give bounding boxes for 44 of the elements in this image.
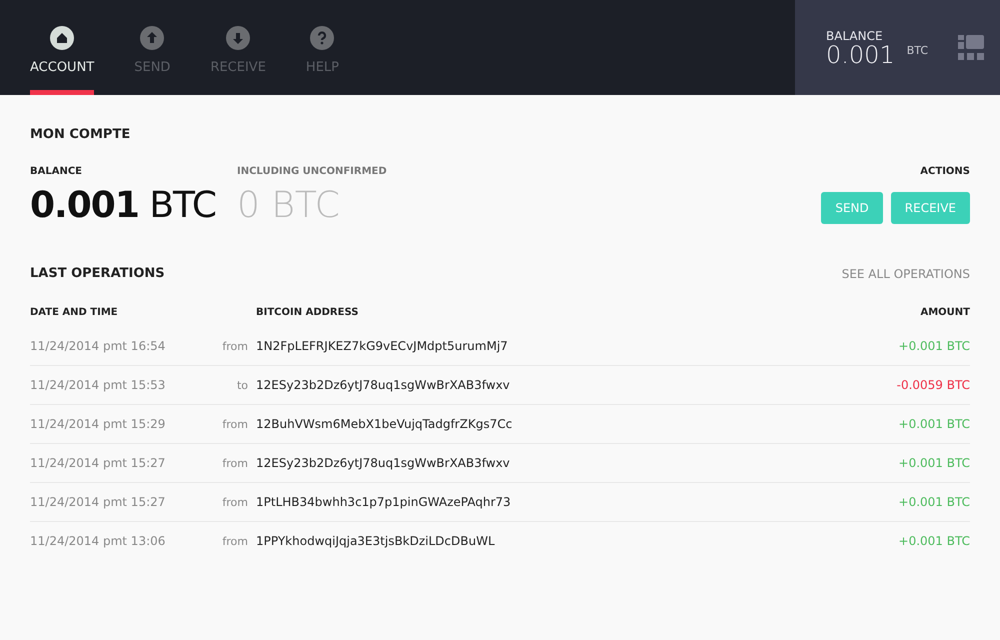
nav-tab[interactable]: HELP [306, 0, 339, 95]
direction-cell-text: from [221, 418, 248, 430]
actions-label: ACTIONS [920, 166, 970, 177]
address-cell-text: 1PPYkhodwqiJqja3E3tjsBkDziLDcDBuWL [256, 534, 496, 548]
balance-unit: BTC [906, 44, 928, 57]
address-cell-text: 1PtLHB34bwhh3c1p7p1pinGWAzePAqhr73 [256, 495, 512, 509]
unconfirmed-amount: 0 BTC [237, 185, 341, 226]
unconfirmed-label: INCLUDING UNCONFIRMED [237, 166, 387, 177]
address-cell-text: 12ESy23b2Dz6ytJ78uq1sgWwBrXAB3fwxv [256, 378, 511, 392]
nav-tab[interactable]: SEND [134, 0, 170, 95]
address-cell-text: 12ESy23b2Dz6ytJ78uq1sgWwBrXAB3fwxv [256, 456, 511, 470]
balance-value: 0.001 [826, 42, 895, 66]
balance-label: BALANCE [826, 28, 884, 42]
direction-cell-text: from [221, 496, 248, 508]
balance-amount: 0.001 BTC [30, 185, 218, 226]
section-title: MON COMPTE [30, 127, 132, 142]
column-header: BITCOIN ADDRESS [256, 307, 360, 318]
column-header: AMOUNT [919, 307, 970, 318]
balance-label: BALANCE [30, 166, 84, 177]
date-cell-text: 11/24/2014 pmt 13:06 [30, 534, 166, 548]
direction-cell-text: from [221, 534, 248, 548]
direction-cell-text: from [221, 456, 248, 470]
action-button[interactable]: SEND [821, 192, 883, 224]
direction-cell-text: to [236, 378, 248, 392]
amount-cell-text: +0.001 BTC [898, 495, 970, 509]
date-cell-text: 11/24/2014 pmt 15:27 [30, 495, 166, 509]
amount-cell-text: +0.001 BTC [898, 417, 970, 431]
nav-tab[interactable]: RECEIVE [210, 0, 266, 95]
amount-cell-text: -0.0059 BTC [896, 378, 970, 392]
date-cell-text: 11/24/2014 pmt 16:54 [30, 339, 166, 353]
section-title: LAST OPERATIONS [30, 266, 165, 281]
nav-tab[interactable]: ACCOUNT [30, 0, 94, 95]
see-all-link[interactable]: SEE ALL OPERATIONS [842, 266, 970, 280]
date-cell-text: 11/24/2014 pmt 15:27 [30, 456, 166, 470]
address-cell-text: 12BuhVWsm6MebX1beVujqTadgfrZKgs7Cc [256, 417, 514, 431]
amount-cell-text: +0.001 BTC [898, 534, 970, 548]
amount-cell-text: +0.001 BTC [898, 456, 970, 470]
address-cell-text: 1N2FpLEFRJKEZ7kG9vECvJMdpt5urumMj7 [256, 339, 509, 353]
date-cell-text: 11/24/2014 pmt 15:53 [30, 378, 166, 392]
column-header: DATE AND TIME [30, 307, 119, 318]
direction-cell-text: from [221, 340, 248, 352]
amount-cell-text: +0.001 BTC [898, 339, 970, 353]
date-cell-text: 11/24/2014 pmt 15:29 [30, 417, 166, 431]
action-button[interactable]: RECEIVE [890, 192, 970, 224]
